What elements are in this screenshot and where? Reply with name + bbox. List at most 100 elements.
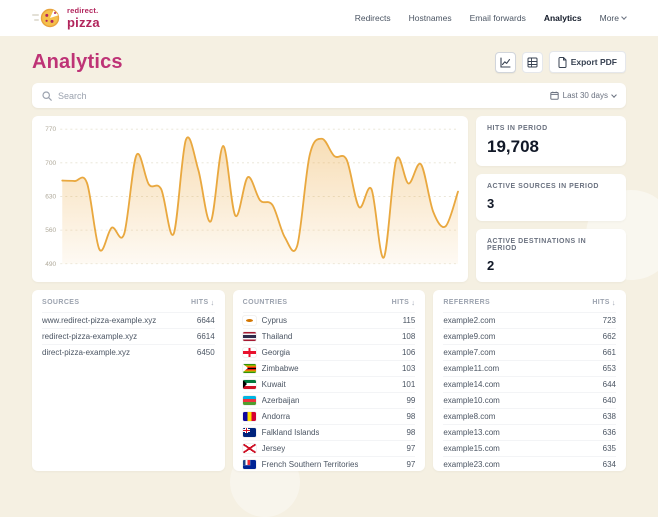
row-value: 6614 bbox=[196, 332, 215, 341]
stat-label: ACTIVE SOURCES IN PERIOD bbox=[487, 183, 599, 190]
row-label: Andorra bbox=[261, 412, 291, 421]
table-row[interactable]: Cyprus 115 bbox=[242, 312, 416, 328]
search-input[interactable] bbox=[58, 90, 358, 101]
nav-item-analytics[interactable]: Analytics bbox=[544, 13, 582, 23]
jersey-flag-icon bbox=[242, 444, 256, 453]
sources-card: SOURCES HITS ↓ www.redirect-pizza-exampl… bbox=[32, 290, 225, 471]
table-row[interactable]: www.redirect-pizza-example.xyz 6644 bbox=[42, 312, 215, 328]
cyprus-flag-icon bbox=[242, 316, 256, 325]
table-row[interactable]: example11.com 653 bbox=[443, 360, 617, 376]
row-value: 98 bbox=[406, 428, 416, 437]
row-value: 640 bbox=[602, 396, 617, 405]
table-row[interactable]: example14.com 644 bbox=[443, 376, 617, 392]
pizza-logo-icon bbox=[32, 8, 60, 28]
countries-table-body: Cyprus 115 Thailand 108 Georgia 106 Zimbabwe 10… bbox=[242, 312, 416, 471]
table-row[interactable]: example13.com 636 bbox=[443, 424, 617, 440]
row-label: Georgia bbox=[261, 348, 291, 357]
date-range-label: Last 30 days bbox=[562, 91, 608, 100]
table-row[interactable]: direct-pizza-example.xyz 6450 bbox=[42, 344, 215, 360]
table-header: COUNTRIES HITS ↓ bbox=[243, 298, 416, 312]
table-row[interactable]: example23.com 634 bbox=[443, 456, 617, 471]
table-row[interactable]: Georgia 106 bbox=[242, 344, 416, 360]
row-label: example8.com bbox=[443, 412, 496, 421]
nav-item-redirects[interactable]: Redirects bbox=[355, 13, 391, 23]
page-title: Analytics bbox=[32, 50, 123, 73]
referrers-card: REFERRERS HITS ↓ example2.com 723 example9… bbox=[433, 290, 627, 471]
row-value: 653 bbox=[602, 364, 617, 373]
table-title: SOURCES bbox=[42, 299, 80, 306]
row-label: Azerbaijan bbox=[261, 396, 300, 405]
stat-active-destinations: ACTIVE DESTINATIONS IN PERIOD 2 bbox=[476, 229, 626, 282]
nav-item-more[interactable]: More bbox=[599, 13, 627, 23]
row-value: 106 bbox=[401, 348, 416, 357]
table-header: REFERRERS HITS ↓ bbox=[443, 298, 616, 312]
table-row[interactable]: example15.com 635 bbox=[443, 440, 617, 456]
row-label: Thailand bbox=[261, 332, 293, 341]
top-navigation-bar: redirect. pizza Redirects Hostnames Emai… bbox=[0, 0, 658, 36]
row-value: 115 bbox=[402, 316, 416, 325]
hits-header-label: HITS bbox=[592, 299, 610, 306]
export-pdf-button[interactable]: Export PDF bbox=[548, 51, 626, 73]
document-icon bbox=[558, 56, 567, 68]
search-box[interactable] bbox=[42, 90, 550, 101]
row-label: www.redirect-pizza-example.xyz bbox=[42, 316, 157, 325]
table-row[interactable]: French Southern Territories 97 bbox=[242, 456, 416, 471]
row-label: Zimbabwe bbox=[261, 364, 299, 373]
row-value: 97 bbox=[406, 444, 416, 453]
calendar-icon bbox=[549, 91, 559, 100]
stat-hits-in-period: HITS IN PERIOD 19,708 bbox=[476, 116, 626, 166]
row-label: example23.com bbox=[443, 460, 500, 469]
hits-sort-header[interactable]: HITS ↓ bbox=[191, 298, 215, 307]
tables-row: SOURCES HITS ↓ www.redirect-pizza-exampl… bbox=[32, 290, 627, 471]
andorra-flag-icon bbox=[242, 412, 256, 421]
table-row[interactable]: example8.com 638 bbox=[443, 408, 617, 424]
table-row[interactable]: Jersey 97 bbox=[242, 440, 416, 456]
table-row[interactable]: example7.com 661 bbox=[443, 344, 617, 360]
row-value: 662 bbox=[602, 332, 617, 341]
table-grid-icon bbox=[527, 57, 538, 67]
row-value: 636 bbox=[602, 428, 617, 437]
table-row[interactable]: example9.com 662 bbox=[443, 328, 617, 344]
brand-logo[interactable]: redirect. pizza bbox=[32, 5, 100, 31]
table-row[interactable]: Kuwait 101 bbox=[242, 376, 416, 392]
hits-sort-header[interactable]: HITS ↓ bbox=[392, 298, 416, 307]
stat-active-sources: ACTIVE SOURCES IN PERIOD 3 bbox=[476, 174, 626, 221]
row-value: 103 bbox=[401, 364, 416, 373]
svg-text:700: 700 bbox=[45, 160, 56, 167]
brand-name-bottom: pizza bbox=[67, 14, 100, 30]
hits-sort-header[interactable]: HITS ↓ bbox=[592, 298, 616, 307]
row-value: 101 bbox=[401, 380, 416, 389]
line-chart-icon bbox=[500, 56, 511, 68]
row-value: 99 bbox=[406, 396, 416, 405]
export-pdf-label: Export PDF bbox=[570, 57, 617, 67]
table-title: REFERRERS bbox=[443, 299, 491, 306]
date-range-button[interactable]: Last 30 days bbox=[549, 91, 617, 100]
table-row[interactable]: Zimbabwe 103 bbox=[242, 360, 416, 376]
table-row[interactable]: Azerbaijan 99 bbox=[242, 392, 416, 408]
svg-text:490: 490 bbox=[45, 261, 56, 268]
row-label: example7.com bbox=[443, 348, 496, 357]
stat-label: HITS IN PERIOD bbox=[487, 125, 548, 132]
hits-header-label: HITS bbox=[190, 299, 209, 306]
row-label: example10.com bbox=[443, 396, 500, 405]
stats-column: HITS IN PERIOD 19,708 ACTIVE SOURCES IN … bbox=[476, 116, 626, 282]
referrers-table-body: example2.com 723 example9.com 662 example7.c… bbox=[443, 312, 617, 471]
table-view-button[interactable] bbox=[521, 51, 543, 73]
sources-table-body: www.redirect-pizza-example.xyz 6644 redire… bbox=[42, 312, 215, 360]
hits-chart-card: 770 700 630 560 490 bbox=[32, 116, 468, 282]
chart-view-button[interactable] bbox=[494, 51, 516, 73]
row-value: 97 bbox=[406, 460, 416, 469]
table-row[interactable]: example10.com 640 bbox=[443, 392, 617, 408]
nav-item-email-forwards[interactable]: Email forwards bbox=[470, 13, 526, 23]
table-row[interactable]: redirect-pizza-example.xyz 6614 bbox=[42, 328, 215, 344]
row-label: example15.com bbox=[443, 444, 500, 453]
table-row[interactable]: Thailand 108 bbox=[242, 328, 416, 344]
table-row[interactable]: Andorra 98 bbox=[242, 408, 416, 424]
nav-item-hostnames[interactable]: Hostnames bbox=[409, 13, 452, 23]
nav-more-label: More bbox=[599, 13, 619, 23]
row-label: Falkland Islands bbox=[261, 428, 320, 437]
table-row[interactable]: Falkland Islands 98 bbox=[242, 424, 416, 440]
countries-card: COUNTRIES HITS ↓ Cyprus 115 Thailand 108 Geo… bbox=[232, 290, 426, 471]
row-label: example9.com bbox=[443, 332, 496, 341]
table-row[interactable]: example2.com 723 bbox=[443, 312, 617, 328]
